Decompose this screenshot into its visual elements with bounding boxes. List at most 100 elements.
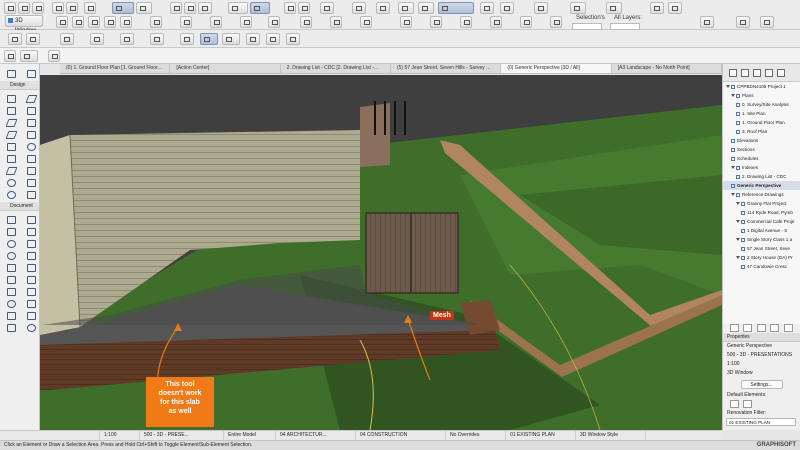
project-map-icon[interactable] [729, 69, 737, 77]
worksheet-tool[interactable] [2, 286, 20, 296]
print-button[interactable] [84, 2, 96, 14]
line-tool[interactable] [22, 238, 40, 248]
navigator-item[interactable]: Granny Flat Project [723, 199, 800, 208]
arc-tool[interactable] [2, 250, 20, 260]
gravity-button[interactable] [60, 33, 74, 45]
document-section-label[interactable]: Document [0, 202, 39, 211]
navigator-item[interactable]: Indexes [723, 163, 800, 172]
polyline-tool[interactable] [22, 250, 40, 260]
window-shortcut-button[interactable] [360, 16, 372, 28]
marquee-tool[interactable] [22, 68, 40, 78]
expand-arrow-icon[interactable] [731, 166, 735, 170]
snap-button[interactable] [120, 33, 134, 45]
navigator-item[interactable]: Reference Drawings [723, 190, 800, 199]
section-tool[interactable] [22, 262, 40, 272]
quick-options-button[interactable] [606, 2, 622, 14]
circle-tool[interactable] [22, 322, 40, 332]
trace-button[interactable] [90, 33, 104, 45]
layer-combo-popup[interactable]: 500 - 3D - PRESE... [140, 431, 224, 440]
change-tool[interactable] [2, 298, 20, 308]
navigator-item[interactable]: 3. Roof Plan [723, 127, 800, 136]
expand-arrow-icon[interactable] [736, 238, 740, 242]
constraint-button[interactable] [200, 33, 218, 45]
tab-drawing-list[interactable]: 2. Drawing List - CDC [2. Drawing List -… [281, 64, 391, 73]
offset-button[interactable] [286, 33, 300, 45]
mesh-shortcut-button[interactable] [150, 16, 162, 28]
lamp-tool[interactable] [2, 189, 20, 199]
slab-tool[interactable] [22, 117, 40, 127]
new-button[interactable] [4, 2, 16, 14]
new-view-icon[interactable] [770, 324, 780, 332]
figure-tool[interactable] [2, 310, 20, 320]
layer-button[interactable] [198, 2, 212, 14]
interior-elevation-tool[interactable] [22, 274, 40, 284]
window-tool[interactable] [2, 105, 20, 115]
roof-tool[interactable] [2, 129, 20, 139]
model-view-button[interactable] [760, 16, 774, 28]
mvo-popup[interactable]: 04 CONSTRUCTION [356, 431, 446, 440]
suspend-groups-button[interactable] [8, 33, 22, 45]
expand-arrow-icon[interactable] [731, 193, 735, 197]
tab-survey[interactable]: (5) 57 Jean Street, Seven Hills - Survey… [391, 64, 502, 73]
worksheet-button[interactable] [398, 2, 414, 14]
curtain-wall-tool[interactable] [22, 153, 40, 163]
redo-button[interactable] [66, 2, 78, 14]
navigator-item[interactable]: 47 Candowie Cresc [723, 262, 800, 271]
settings-icon[interactable] [730, 324, 739, 332]
door-shortcut-button[interactable] [330, 16, 342, 28]
dimension-tool[interactable] [2, 214, 20, 224]
model-view-popup[interactable]: Entire Model [224, 431, 276, 440]
elevation-tool[interactable] [2, 274, 20, 284]
hotspot-tool[interactable] [22, 310, 40, 320]
beam-tool[interactable] [2, 117, 20, 127]
tab-a3-landscape[interactable]: [A3 Landscape - No North Point] [612, 64, 722, 73]
lamp-shortcut-button[interactable] [490, 16, 502, 28]
stair-shortcut-button[interactable] [180, 16, 192, 28]
navigator-item[interactable]: Plans [723, 91, 800, 100]
navigator-item[interactable]: CPPBDN4105 Project 1 [723, 82, 800, 91]
grid-tool[interactable] [22, 298, 40, 308]
mesh-tool[interactable] [2, 165, 20, 175]
level-dimension-tool[interactable] [22, 214, 40, 224]
marquee-button[interactable] [136, 2, 152, 14]
graphic-override-popup[interactable]: No Overrides [446, 431, 506, 440]
renovation-popup[interactable]: 01 EXISTING PLAN [506, 431, 576, 440]
column-shortcut-button[interactable] [72, 16, 84, 28]
special-snap-button[interactable] [222, 33, 240, 45]
pen-set-button[interactable] [736, 16, 750, 28]
object-shortcut-button[interactable] [268, 16, 280, 28]
expand-arrow-icon[interactable] [736, 256, 740, 260]
open-button[interactable] [18, 2, 30, 14]
layers-field[interactable] [610, 23, 640, 30]
pen-set-popup[interactable]: 04 ARCHITECTUR... [276, 431, 356, 440]
navigator-item[interactable]: 2. Drawing List - CDC [723, 172, 800, 181]
navigator-item[interactable]: Commercial Cafe Proje [723, 217, 800, 226]
shell-tool[interactable] [22, 141, 40, 151]
slab-shortcut-button[interactable] [104, 16, 116, 28]
railing-shortcut-button[interactable] [210, 16, 222, 28]
save-button[interactable] [32, 2, 44, 14]
navigator-item[interactable]: 114 Ryde Road, Pymb [723, 208, 800, 217]
expand-arrow-icon[interactable] [736, 202, 740, 206]
arrow-tool-button[interactable] [112, 2, 134, 14]
design-section-label[interactable]: Design [0, 81, 39, 90]
expand-arrow-icon[interactable] [726, 85, 730, 89]
tab-generic-perspective[interactable]: (0) Generic Perspective [3D / All] [501, 64, 612, 73]
ruler-button[interactable] [246, 33, 260, 45]
organizer-icon[interactable] [777, 69, 785, 77]
scale-popup[interactable]: 1:100 [100, 431, 140, 440]
fill-tool[interactable] [2, 238, 20, 248]
view-map-icon[interactable] [741, 69, 749, 77]
navigator-item[interactable]: Elevations [723, 136, 800, 145]
navigator-item[interactable]: Single Story Class 1 a [723, 235, 800, 244]
selection-method-button[interactable] [20, 50, 38, 62]
wall-shortcut-button[interactable] [56, 16, 68, 28]
default-select-icon[interactable] [730, 400, 739, 408]
guide-button[interactable] [184, 2, 196, 14]
layout-book-icon[interactable] [753, 69, 761, 77]
railing-tool[interactable] [2, 141, 20, 151]
3d-style-popup[interactable]: 3D Window Style [576, 431, 646, 440]
copy-icon[interactable] [756, 324, 766, 332]
navigator-item[interactable]: 1. Site Plan [723, 109, 800, 118]
roof-shortcut-button[interactable] [120, 16, 132, 28]
